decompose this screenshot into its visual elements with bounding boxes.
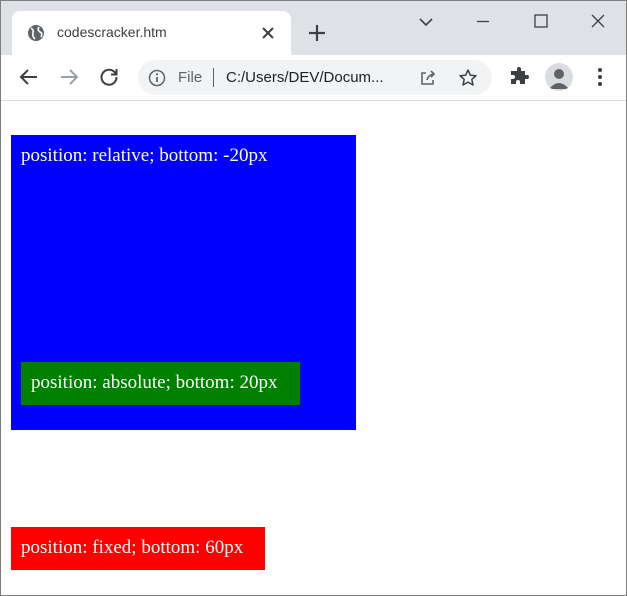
back-icon[interactable]	[17, 65, 41, 89]
toolbar: File C:/Users/DEV/Docum...	[1, 55, 626, 101]
share-icon[interactable]	[418, 68, 438, 88]
reload-icon[interactable]	[97, 65, 121, 89]
fixed-box: position: fixed; bottom: 60px	[11, 527, 265, 570]
relative-box: position: relative; bottom: -20px positi…	[11, 135, 356, 430]
maximize-icon[interactable]	[530, 11, 552, 33]
address-bar[interactable]: File C:/Users/DEV/Docum...	[138, 60, 492, 95]
forward-icon[interactable]	[57, 65, 81, 89]
bookmark-star-icon[interactable]	[458, 68, 478, 88]
absolute-box: position: absolute; bottom: 20px	[21, 362, 300, 405]
address-scheme: File	[178, 69, 203, 86]
browser-tab[interactable]: codescracker.htm	[12, 11, 291, 55]
title-bar: codescracker.htm	[1, 1, 626, 55]
info-icon[interactable]	[148, 69, 166, 87]
new-tab-icon[interactable]	[306, 22, 328, 44]
menu-icon[interactable]	[588, 65, 612, 89]
tab-search-icon[interactable]	[415, 11, 437, 33]
minimize-icon[interactable]	[472, 11, 494, 33]
globe-icon	[27, 24, 45, 42]
absolute-box-label: position: absolute; bottom: 20px	[31, 372, 278, 393]
browser-window: codescracker.htm File C:/Users/DEV/Docum…	[0, 0, 627, 596]
close-tab-icon[interactable]	[260, 25, 276, 41]
relative-box-label: position: relative; bottom: -20px	[21, 145, 268, 166]
extensions-icon[interactable]	[507, 65, 531, 89]
page-content: position: relative; bottom: -20px positi…	[1, 101, 626, 595]
address-divider	[213, 68, 214, 87]
profile-avatar-icon[interactable]	[545, 63, 573, 91]
fixed-box-label: position: fixed; bottom: 60px	[21, 537, 244, 558]
close-window-icon[interactable]	[587, 11, 609, 33]
tab-title: codescracker.htm	[57, 24, 167, 40]
address-url[interactable]: C:/Users/DEV/Docum...	[226, 69, 384, 86]
